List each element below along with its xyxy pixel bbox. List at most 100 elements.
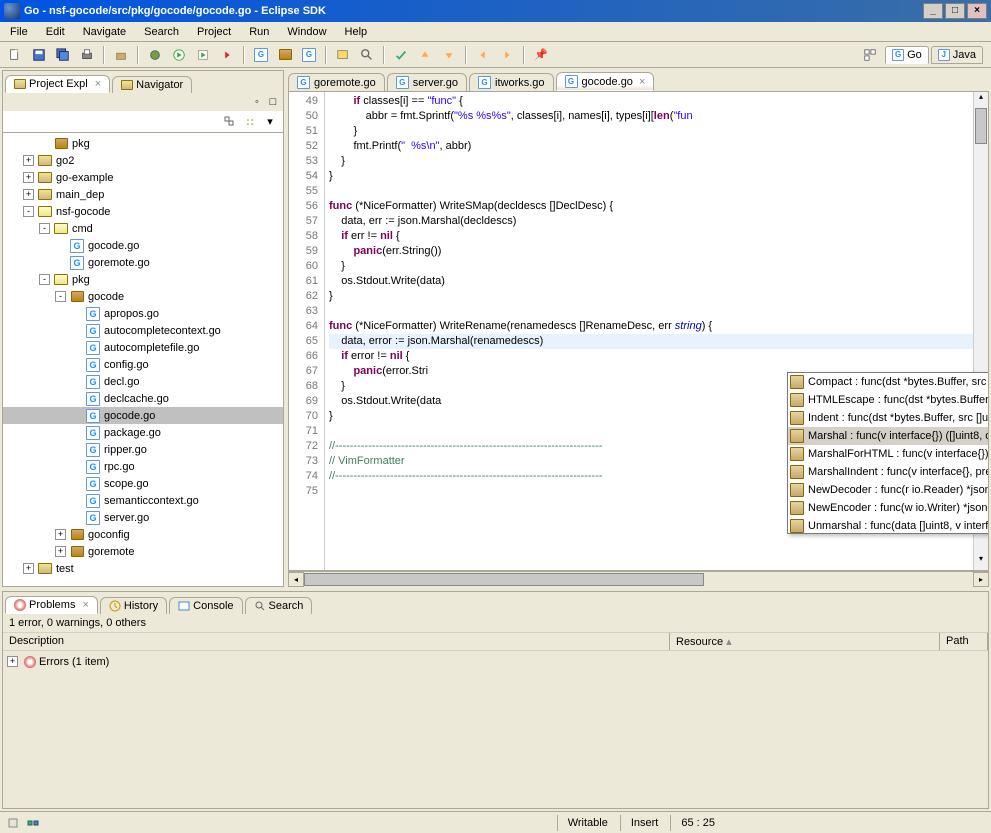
pin-button[interactable]: 📌 bbox=[530, 44, 552, 66]
tree-expander[interactable]: + bbox=[55, 529, 66, 540]
build-button[interactable] bbox=[110, 44, 132, 66]
save-button[interactable] bbox=[28, 44, 50, 66]
external-tools-button[interactable] bbox=[216, 44, 238, 66]
editor-tab[interactable]: Ggocode.go× bbox=[556, 72, 655, 91]
autocomplete-item[interactable]: MarshalForHTML : func(v interface{}) ([]… bbox=[788, 445, 989, 463]
code-line[interactable]: data, err := json.Marshal(decldescs) bbox=[329, 214, 988, 229]
tree-item[interactable]: Gpackage.go bbox=[3, 424, 283, 441]
editor-tab[interactable]: Ggoremote.go bbox=[288, 73, 385, 91]
code-line[interactable]: if classes[i] == "func" { bbox=[329, 94, 988, 109]
toggle-mark-button[interactable] bbox=[390, 44, 412, 66]
tree-item[interactable]: Gdecl.go bbox=[3, 373, 283, 390]
tree-expander[interactable]: + bbox=[23, 563, 34, 574]
autocomplete-item[interactable]: Unmarshal : func(data []uint8, v interfa… bbox=[788, 517, 989, 533]
menu-window[interactable]: Window bbox=[279, 24, 334, 40]
maximize-button[interactable]: □ bbox=[945, 3, 965, 19]
tree-item[interactable]: Gconfig.go bbox=[3, 356, 283, 373]
tree-expander[interactable]: - bbox=[55, 291, 66, 302]
back-button[interactable] bbox=[472, 44, 494, 66]
code-line[interactable]: panic(err.String()) bbox=[329, 244, 988, 259]
hscroll-right-button[interactable]: ▸ bbox=[973, 572, 989, 587]
code-line[interactable]: if error != nil { bbox=[329, 349, 988, 364]
code-line[interactable] bbox=[329, 304, 988, 319]
tree-item[interactable]: +go-example bbox=[3, 169, 283, 186]
hscroll-left-button[interactable]: ◂ bbox=[288, 572, 304, 587]
forward-button[interactable] bbox=[496, 44, 518, 66]
tree-item[interactable]: Gapropos.go bbox=[3, 305, 283, 322]
tree-expander[interactable]: + bbox=[23, 172, 34, 183]
tree-item[interactable]: Gscope.go bbox=[3, 475, 283, 492]
col-description[interactable]: Description bbox=[3, 633, 670, 650]
menu-edit[interactable]: Edit bbox=[38, 24, 73, 40]
bottom-tab-console[interactable]: Console bbox=[169, 597, 242, 614]
code-line[interactable]: func (*NiceFormatter) WriteSMap(decldesc… bbox=[329, 199, 988, 214]
hscroll-thumb[interactable] bbox=[304, 573, 704, 586]
run-button[interactable] bbox=[168, 44, 190, 66]
run-last-button[interactable] bbox=[192, 44, 214, 66]
editor-tab[interactable]: Gitworks.go bbox=[469, 73, 554, 91]
save-all-button[interactable] bbox=[52, 44, 74, 66]
tree-item[interactable]: -nsf-gocode bbox=[3, 203, 283, 220]
tree-expander[interactable]: + bbox=[23, 155, 34, 166]
tree-expander[interactable]: + bbox=[23, 189, 34, 200]
status-icon-2[interactable] bbox=[24, 814, 42, 832]
tree-item[interactable]: Grpc.go bbox=[3, 458, 283, 475]
menu-help[interactable]: Help bbox=[337, 24, 376, 40]
tree-expander[interactable]: - bbox=[39, 223, 50, 234]
autocomplete-popup[interactable]: Compact : func(dst *bytes.Buffer, src []… bbox=[787, 372, 989, 534]
tree-item[interactable]: pkg bbox=[3, 135, 283, 152]
code-line[interactable]: os.Stdout.Write(data) bbox=[329, 274, 988, 289]
tree-item[interactable]: Gautocompletecontext.go bbox=[3, 322, 283, 339]
tree-item[interactable]: +goremote bbox=[3, 543, 283, 560]
autocomplete-item[interactable]: NewDecoder : func(r io.Reader) *json.Dec… bbox=[788, 481, 989, 499]
autocomplete-item[interactable]: MarshalIndent : func(v interface{}, pref… bbox=[788, 463, 989, 481]
code-line[interactable]: func (*NiceFormatter) WriteRename(rename… bbox=[329, 319, 988, 334]
next-annotation-button[interactable] bbox=[414, 44, 436, 66]
horizontal-scrollbar[interactable]: ◂ ▸ bbox=[288, 571, 989, 587]
bottom-tab-history[interactable]: History bbox=[100, 597, 167, 614]
menu-navigate[interactable]: Navigate bbox=[75, 24, 134, 40]
collapse-all-button[interactable] bbox=[221, 113, 239, 131]
tree-item[interactable]: Ggoremote.go bbox=[3, 254, 283, 271]
editor-tab[interactable]: Gserver.go bbox=[387, 73, 467, 91]
vertical-scrollbar-thumb[interactable] bbox=[975, 108, 987, 144]
close-icon[interactable]: × bbox=[82, 599, 88, 611]
perspective-java[interactable]: JJava bbox=[931, 46, 983, 64]
tree-item[interactable]: -cmd bbox=[3, 220, 283, 237]
code-line[interactable]: } bbox=[329, 169, 988, 184]
code-line[interactable]: data, error := json.Marshal(renamedescs) bbox=[329, 334, 988, 349]
project-tree[interactable]: pkg+go2+go-example+main_dep-nsf-gocode-c… bbox=[3, 133, 283, 586]
tree-item[interactable]: +goconfig bbox=[3, 526, 283, 543]
open-perspective-button[interactable] bbox=[859, 44, 881, 66]
tree-item[interactable]: +go2 bbox=[3, 152, 283, 169]
code-line[interactable]: } bbox=[329, 259, 988, 274]
minimize-button[interactable]: _ bbox=[923, 3, 943, 19]
autocomplete-item[interactable]: Indent : func(dst *bytes.Buffer, src []u… bbox=[788, 409, 989, 427]
view-tab-project-expl[interactable]: Project Expl× bbox=[5, 75, 110, 93]
tree-item[interactable]: Gripper.go bbox=[3, 441, 283, 458]
close-button[interactable]: × bbox=[967, 3, 987, 19]
code-line[interactable]: if err != nil { bbox=[329, 229, 988, 244]
tree-item[interactable]: Gserver.go bbox=[3, 509, 283, 526]
tree-item[interactable]: +main_dep bbox=[3, 186, 283, 203]
tree-expander[interactable]: + bbox=[55, 546, 66, 557]
autocomplete-item[interactable]: Compact : func(dst *bytes.Buffer, src []… bbox=[788, 373, 989, 391]
tree-item[interactable]: -pkg bbox=[3, 271, 283, 288]
prev-annotation-button[interactable] bbox=[438, 44, 460, 66]
autocomplete-item[interactable]: Marshal : func(v interface{}) ([]uint8, … bbox=[788, 427, 989, 445]
tree-expander[interactable]: - bbox=[39, 274, 50, 285]
tree-item[interactable]: Ggocode.go bbox=[3, 407, 283, 424]
code-editor[interactable]: 4950515253545556575859606162636465666768… bbox=[288, 92, 989, 571]
debug-button[interactable] bbox=[144, 44, 166, 66]
menu-search[interactable]: Search bbox=[136, 24, 187, 40]
print-button[interactable] bbox=[76, 44, 98, 66]
tree-item[interactable]: -gocode bbox=[3, 288, 283, 305]
view-tab-navigator[interactable]: Navigator bbox=[112, 76, 192, 93]
status-icon-1[interactable] bbox=[4, 814, 22, 832]
problems-list[interactable]: + × Errors (1 item) bbox=[3, 651, 988, 808]
autocomplete-item[interactable]: HTMLEscape : func(dst *bytes.Buffer, src… bbox=[788, 391, 989, 409]
code-line[interactable]: abbr = fmt.Sprintf("%s %s%s", classes[i]… bbox=[329, 109, 988, 124]
new-go-file-button[interactable]: G bbox=[298, 44, 320, 66]
code-line[interactable]: } bbox=[329, 154, 988, 169]
problems-error-group[interactable]: + × Errors (1 item) bbox=[7, 653, 984, 670]
